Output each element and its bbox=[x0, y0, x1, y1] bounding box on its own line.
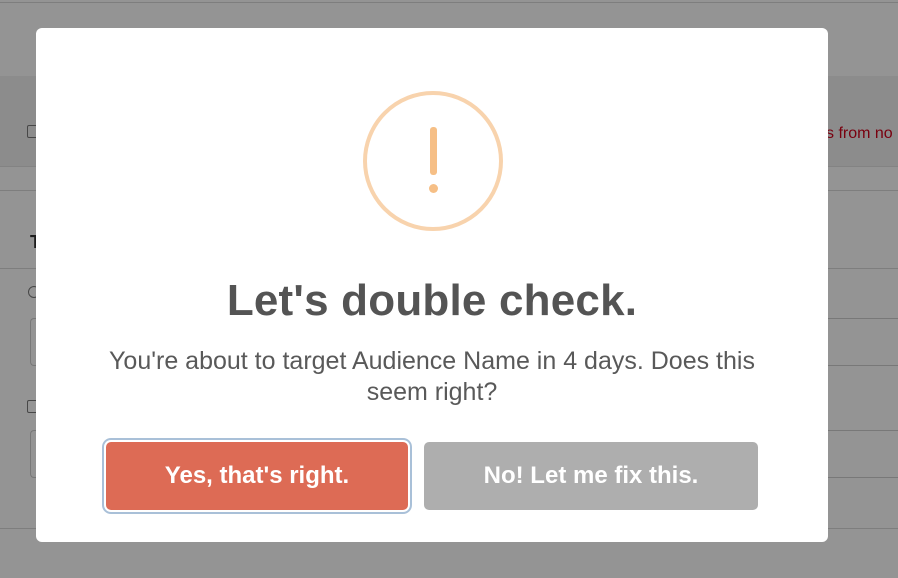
exclamation-dot bbox=[429, 184, 438, 193]
exclamation-bar bbox=[430, 127, 437, 175]
dialog-message: You're about to target Audience Name in … bbox=[109, 347, 755, 406]
confirm-button[interactable]: Yes, that's right. bbox=[106, 442, 408, 510]
cancel-button[interactable]: No! Let me fix this. bbox=[424, 442, 758, 510]
warning-exclamation-icon bbox=[363, 91, 503, 231]
confirm-dialog: Let's double check. You're about to targ… bbox=[36, 28, 828, 542]
dialog-title: Let's double check. bbox=[226, 276, 638, 325]
